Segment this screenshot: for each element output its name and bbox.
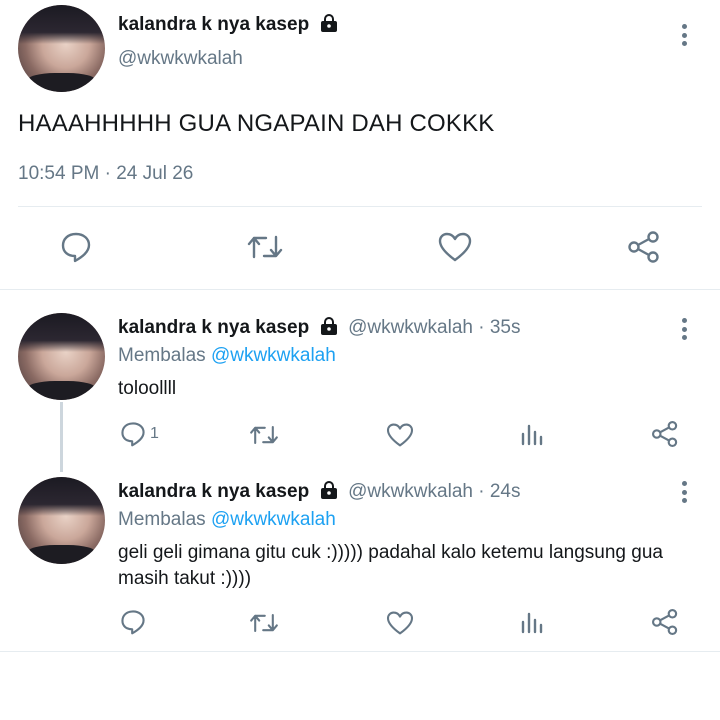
replying-handle-link[interactable]: @wkwkwkalah [211,345,336,366]
lock-icon [320,14,338,37]
reply-text-line: geli geli gimana gitu cuk :))))) padahal… [118,542,663,563]
display-name[interactable]: kalandra k nya kasep [118,481,309,502]
like-icon[interactable] [438,232,472,262]
avatar[interactable] [18,477,105,564]
reply-icon[interactable] [120,609,146,635]
share-icon[interactable] [651,608,679,636]
replying-handle-link[interactable]: @wkwkwkalah [211,509,336,530]
more-icon[interactable] [679,318,689,340]
reply-text-line: masih takut :)))) [118,568,252,589]
author-row: kalandra k nya kasep @wkwkwkalah · 35s [118,317,520,340]
username[interactable]: @wkwkwkalah [118,48,243,70]
retweet-icon[interactable] [246,232,284,262]
share-icon[interactable] [651,420,679,448]
more-icon[interactable] [679,24,689,46]
author-row: kalandra k nya kasep [118,14,338,37]
like-icon[interactable] [386,611,414,635]
share-icon[interactable] [627,230,661,264]
author-row: kalandra k nya kasep @wkwkwkalah · 24s [118,481,520,504]
divider [18,206,702,207]
reply-icon[interactable] [60,231,92,263]
thread-line [60,402,63,472]
replying-label: Membalas [118,509,206,530]
replying-to: Membalas @wkwkwkalah [118,345,336,367]
tweet-timestamp[interactable]: 10:54 PM · 24 Jul 26 [18,163,193,185]
analytics-icon[interactable] [520,422,544,446]
retweet-icon[interactable] [248,423,280,447]
more-icon[interactable] [679,481,689,503]
tweet-text: HAAAHHHHH GUA NGAPAIN DAH COKKK [18,110,495,137]
divider [0,651,720,652]
reply-icon[interactable] [120,421,146,447]
username-time[interactable]: @wkwkwkalah · 35s [348,317,520,338]
display-name[interactable]: kalandra k nya kasep [118,317,309,338]
replying-label: Membalas [118,345,206,366]
lock-icon [320,481,338,504]
avatar[interactable] [18,5,105,92]
username-time[interactable]: @wkwkwkalah · 24s [348,481,520,502]
reply-button[interactable]: 1 [120,421,159,447]
lock-icon [320,317,338,340]
retweet-icon[interactable] [248,611,280,635]
analytics-icon[interactable] [520,610,544,634]
avatar[interactable] [18,313,105,400]
display-name[interactable]: kalandra k nya kasep [118,14,309,35]
reply-text: toloollll [118,378,177,399]
like-icon[interactable] [386,423,414,447]
replying-to: Membalas @wkwkwkalah [118,509,336,531]
reply-count: 1 [150,425,159,442]
divider [0,289,720,290]
